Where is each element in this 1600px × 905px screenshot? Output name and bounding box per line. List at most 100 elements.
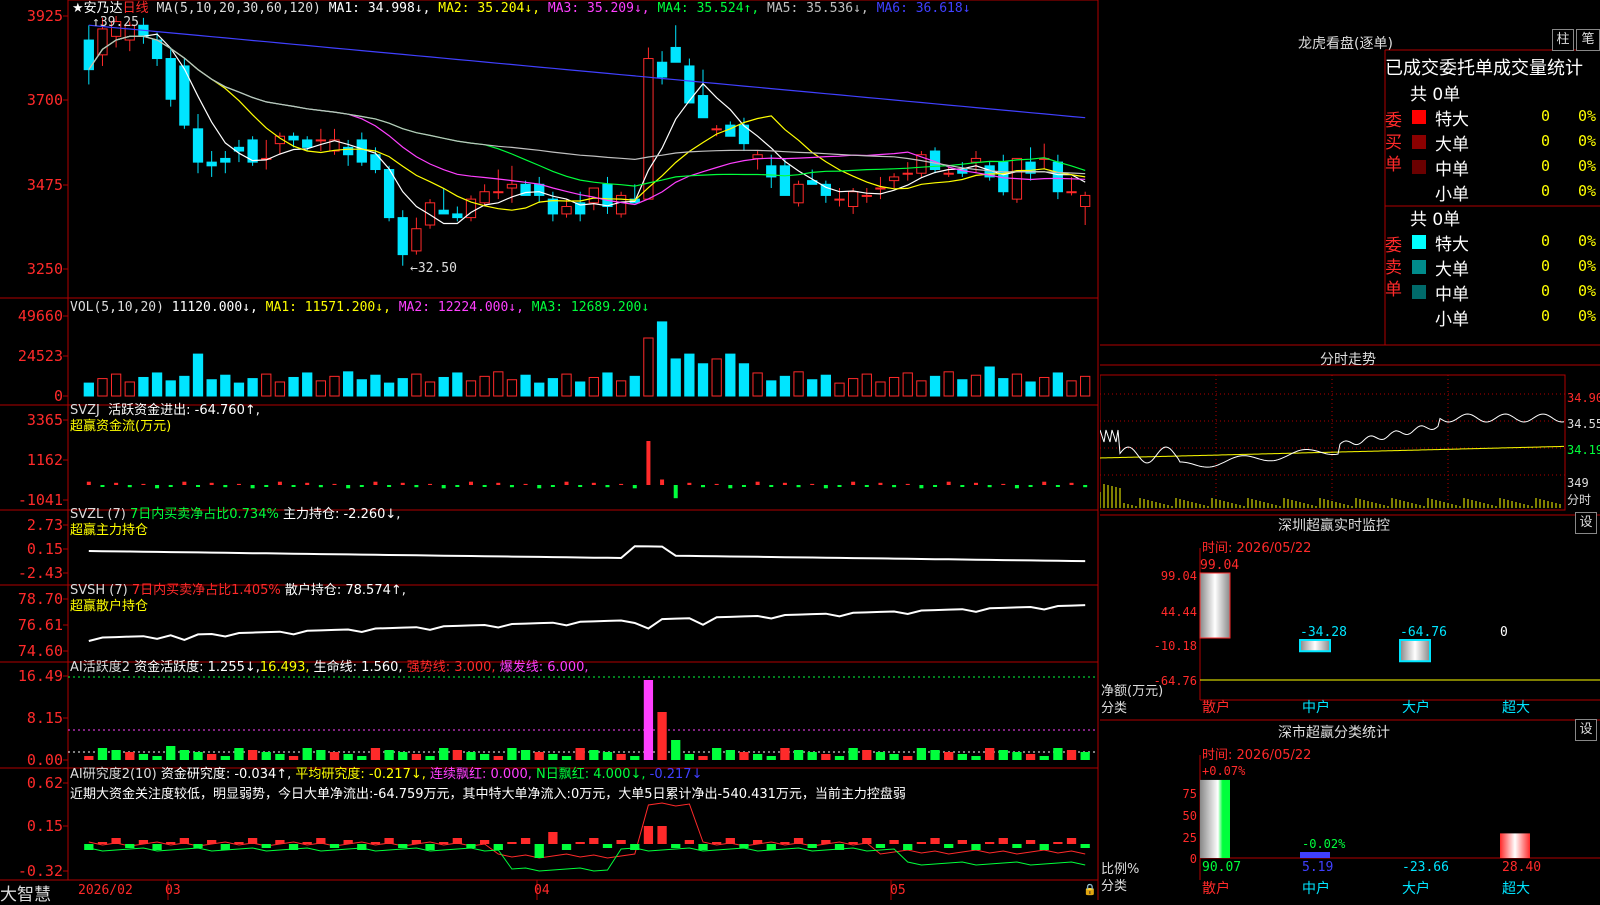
ai1-value2: 16.493, <box>259 660 310 675</box>
svzj-bar <box>1069 482 1074 485</box>
svzj-bar <box>346 485 351 489</box>
ai2-red-line <box>88 802 1086 859</box>
svzj-bar <box>810 483 815 485</box>
ai2-bar <box>398 844 408 848</box>
sell-row-name: 大单 <box>1435 260 1469 280</box>
candle-body <box>288 135 299 141</box>
ytick-label: 78.70 <box>18 590 63 608</box>
ai2-bar <box>848 842 858 844</box>
svzj-bar <box>1001 483 1006 485</box>
ai2-bar <box>616 840 626 844</box>
sz-stats-category: 中户 <box>1302 880 1330 897</box>
ai1-bar <box>793 750 804 760</box>
svzj-bar <box>318 485 323 488</box>
svzj-bar <box>687 482 692 485</box>
sell-row-name: 小单 <box>1435 310 1469 330</box>
svzj-bar <box>86 481 91 485</box>
intraday-ytick-0: 34.90 <box>1567 391 1600 405</box>
sz-stats-settings-button[interactable]: 设 <box>1575 719 1597 741</box>
candle-body <box>793 183 804 204</box>
buy-row-percent: 0% <box>1578 107 1597 125</box>
kline-chart-area[interactable]: 3925 3700 3475 3250 49660 24523 0 3365 1162 -1041… <box>0 0 1100 900</box>
ai2-bar <box>752 840 763 844</box>
sz-stats-category: 超大 <box>1502 881 1530 897</box>
ai1-bar <box>548 754 558 760</box>
candle-body <box>588 187 599 204</box>
svzj-header: SVZJ 活跃资金进出: -64.760↑, 超赢资金流(万元) <box>70 403 260 435</box>
svzl-title: 超赢主力持仓 <box>70 523 149 538</box>
bar-mode-button[interactable]: 柱 <box>1552 29 1574 51</box>
svzj-bar <box>632 485 637 489</box>
svzj-bar <box>550 485 555 487</box>
svsh-value: 散户持仓: 78.574↑, <box>284 583 406 598</box>
ai2-bar <box>725 838 735 844</box>
volume-bar <box>547 378 559 397</box>
volume-bar <box>220 374 231 397</box>
intraday-title: 分时走势 <box>1320 352 1376 368</box>
lock-icon[interactable]: 🔒 <box>1083 883 1097 896</box>
ai1-label: AI活跃度2 <box>70 660 130 675</box>
tick-mode-button[interactable]: 笔 <box>1576 29 1600 51</box>
sz-monitor-bar <box>1199 572 1231 639</box>
candlestick-series <box>83 16 1091 266</box>
ai-activity-bars <box>68 676 1098 760</box>
ai1-bar <box>97 748 108 760</box>
volume-bar <box>138 376 149 397</box>
svzj-bar <box>277 481 282 485</box>
sell-row-name: 中单 <box>1435 285 1469 305</box>
volume-bar <box>779 375 791 397</box>
stock-title[interactable]: ★安乃达 <box>72 1 123 16</box>
ai1-bar <box>302 748 312 760</box>
ai2-bar <box>207 840 217 844</box>
ai1-bar <box>357 756 367 760</box>
svzj-bar <box>155 485 160 489</box>
svzj-bar <box>878 482 883 485</box>
candle-body <box>302 139 313 148</box>
xaxis-label-3: 05 <box>890 883 906 898</box>
ai2-bar <box>520 838 531 844</box>
period-label[interactable]: 日线 <box>123 1 149 16</box>
candle-body <box>506 183 518 189</box>
ai2-bar <box>97 842 108 844</box>
sz-stats-value-label: -23.66 <box>1402 860 1449 875</box>
ai1-bar <box>493 756 503 760</box>
ai2-bar <box>479 840 490 844</box>
svzj-bar <box>973 482 978 485</box>
volume-bar <box>247 378 258 397</box>
ai1-bar <box>125 752 135 760</box>
svzj-bar <box>482 485 487 487</box>
low-price-mark: ←32.50 <box>410 261 457 276</box>
ai1-bar <box>247 750 258 760</box>
candle-body <box>1066 191 1077 194</box>
sz-stats-chart: 75 50 25 0 90.07 散户 5.19 中户 -23.66 大户 28.40 超大 +0.07… <box>1183 755 1600 897</box>
ytick-label: -0.32 <box>18 862 63 880</box>
ai1-bar <box>1053 748 1063 760</box>
volume-bar <box>697 363 709 397</box>
ai2-bar <box>862 838 872 844</box>
volume-bar <box>383 382 395 397</box>
candle-body <box>561 206 572 215</box>
ytick-label: 8.15 <box>27 709 63 727</box>
candle-body <box>615 194 627 215</box>
volume-bar <box>1025 381 1036 397</box>
volume-bar <box>629 375 640 397</box>
volume-bar <box>452 372 463 397</box>
volume-bar <box>506 379 518 397</box>
ai1-bar <box>452 750 462 760</box>
ai2-bar <box>780 842 790 844</box>
ai1-bar <box>152 756 162 760</box>
volume-bar <box>752 372 763 397</box>
ai1-bar <box>807 752 817 760</box>
volume-bar <box>643 337 654 397</box>
high-price-mark: ↑39.25 <box>92 15 139 30</box>
xaxis-label-2: 04 <box>534 883 550 898</box>
ai1-bar <box>411 754 422 760</box>
ai2-bar <box>288 844 299 850</box>
ai2-value5: -0.217↓ <box>649 767 703 782</box>
ai1-bar <box>903 756 913 760</box>
svzl-value: 主力持仓: -2.260↓, <box>282 507 401 522</box>
ytick-label: 74.60 <box>18 642 63 660</box>
candle-body <box>438 209 449 215</box>
svzj-bar <box>523 483 528 485</box>
sz-monitor-settings-button[interactable]: 设 <box>1575 512 1597 534</box>
